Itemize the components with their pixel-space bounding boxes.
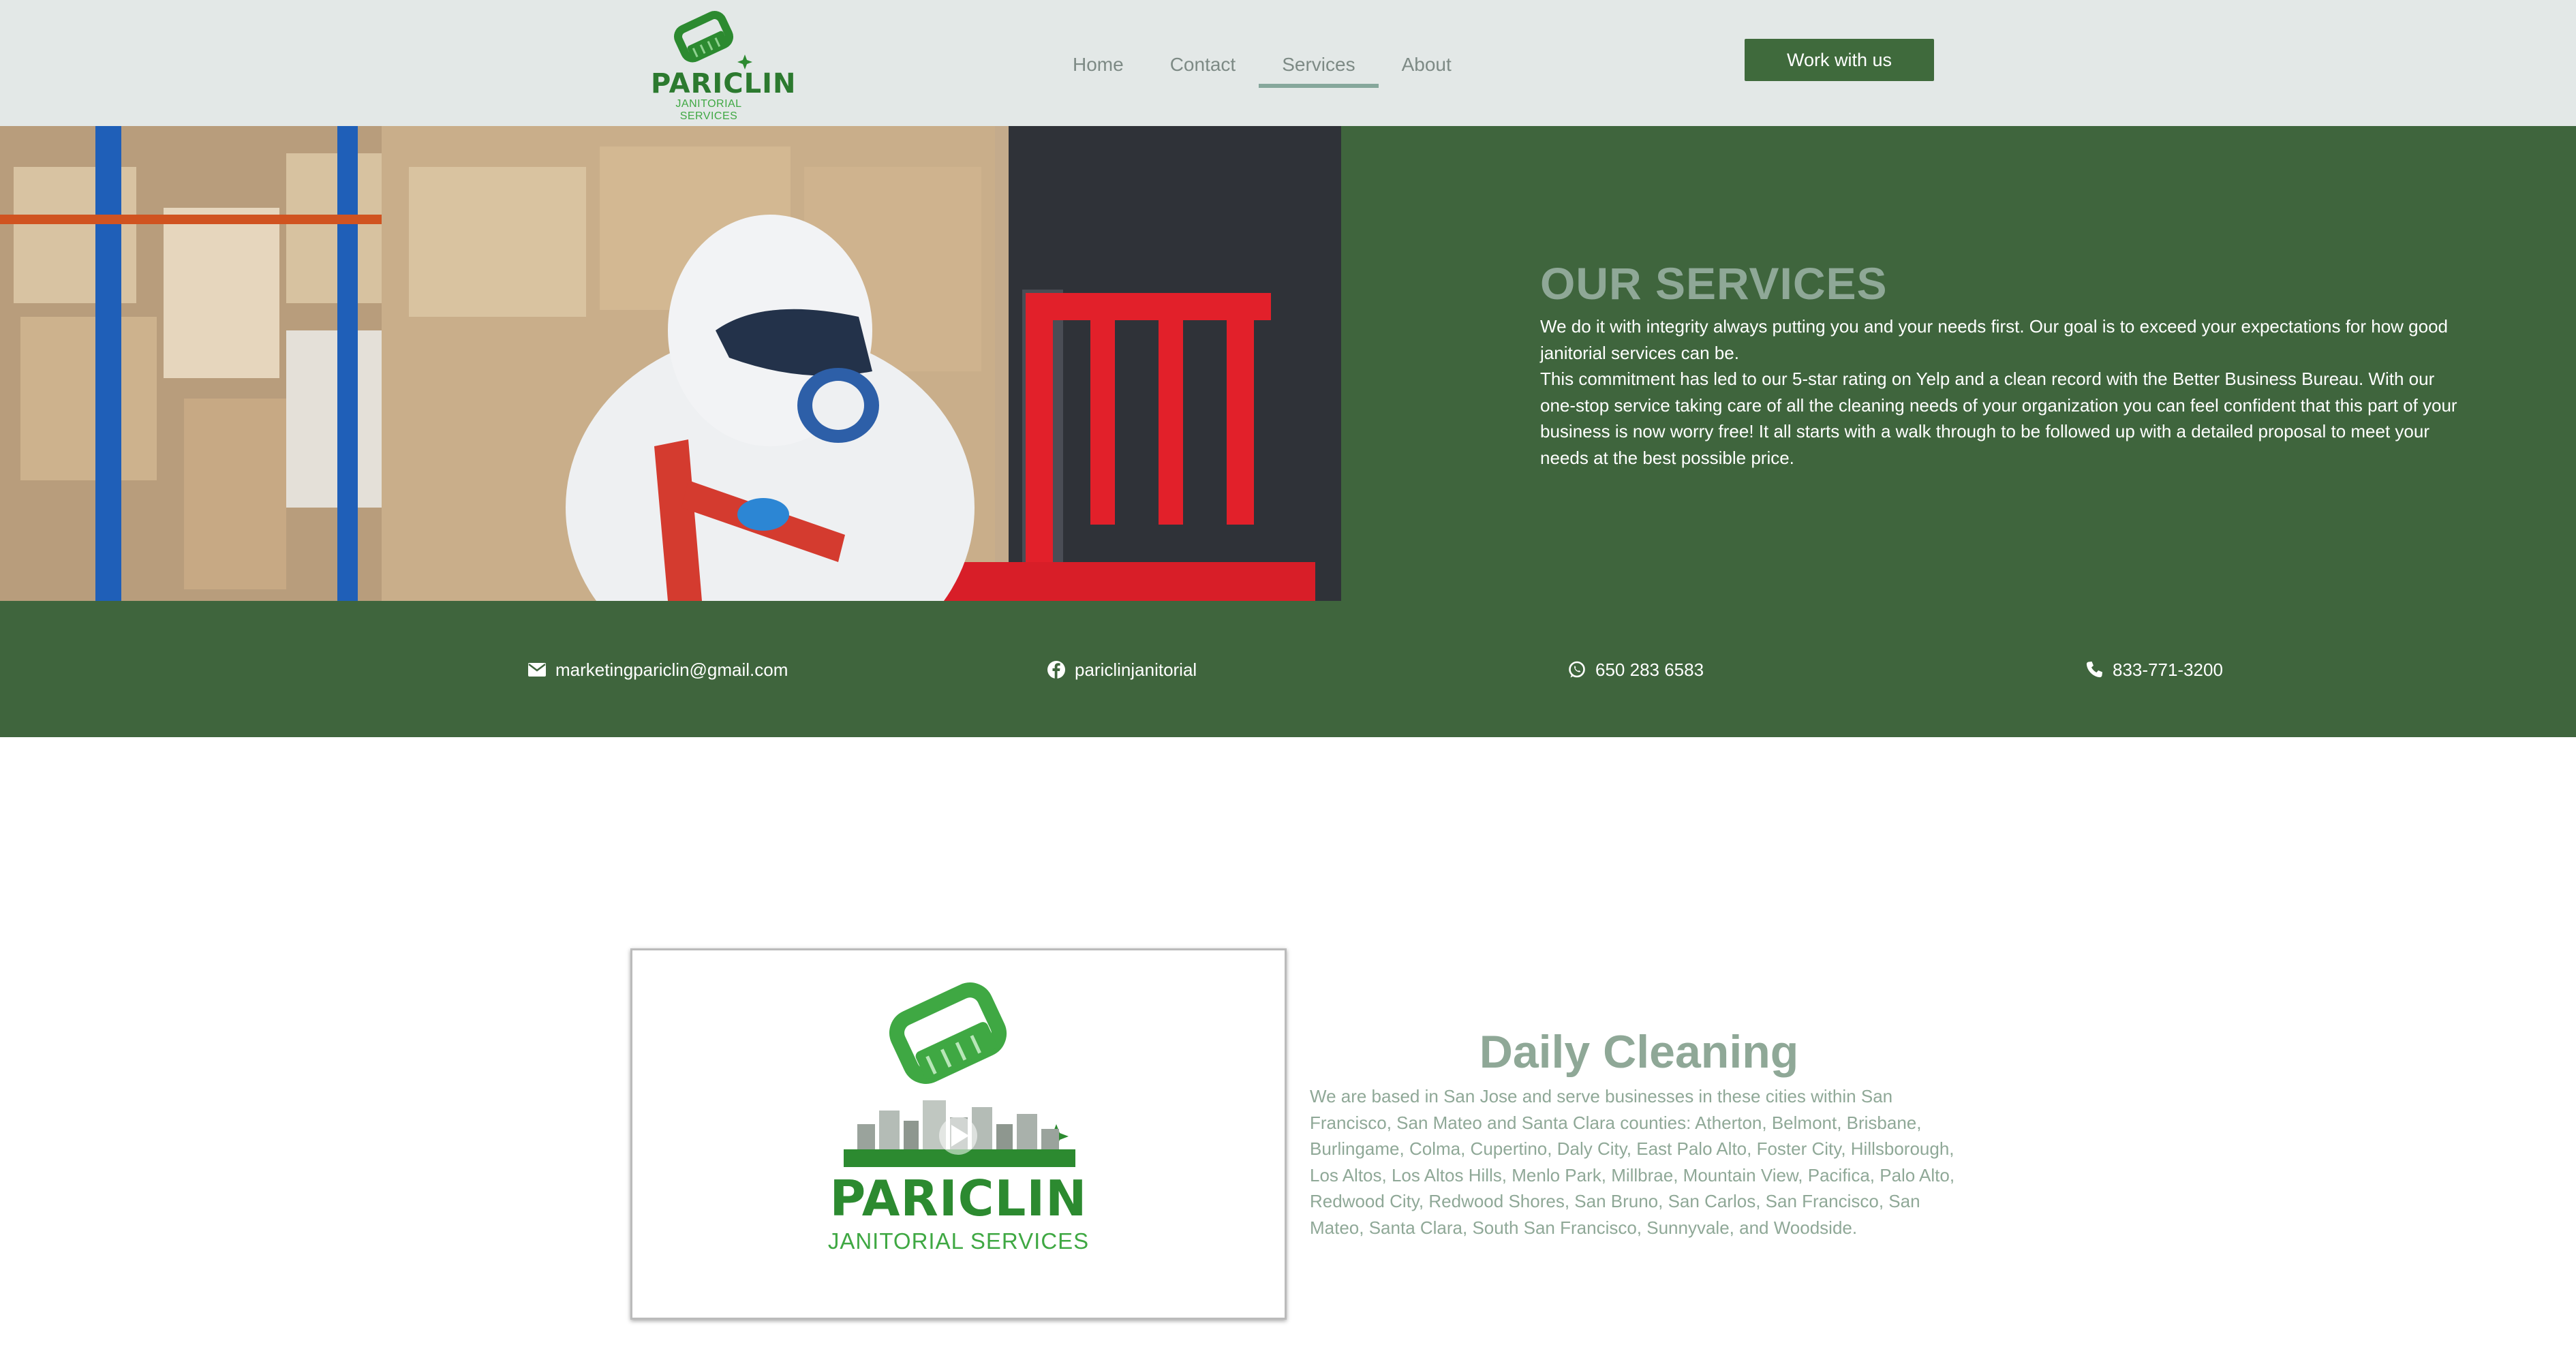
- phone-icon: [2086, 662, 2102, 678]
- video-logo-wordmark: PARICLIN: [829, 1170, 1088, 1227]
- services-paragraph-2: This commitment has led to our 5-star ra…: [1540, 369, 2457, 468]
- email-text: marketingpariclin@gmail.com: [555, 659, 788, 680]
- site-logo[interactable]: PARICLIN JANITORIAL SERVICES: [651, 7, 797, 122]
- phone-link[interactable]: 833-771-3200: [2085, 657, 2223, 682]
- facebook-text: pariclinjanitorial: [1075, 659, 1197, 680]
- hero-image: [0, 126, 1341, 601]
- video-player[interactable]: PARICLIN JANITORIAL SERVICES: [630, 948, 1287, 1320]
- nav-contact[interactable]: Contact: [1147, 44, 1259, 85]
- whatsapp-text: 650 283 6583: [1595, 659, 1704, 680]
- services-title: OUR SERVICES: [1540, 258, 1888, 309]
- work-with-us-button[interactable]: Work with us: [1745, 39, 1934, 81]
- facebook-icon: [1047, 661, 1065, 679]
- logo-wordmark: PARICLIN: [651, 68, 797, 99]
- video-logo-image: [844, 982, 1075, 1167]
- daily-cleaning-description: We are based in San Jose and serve busin…: [1310, 1086, 1955, 1238]
- video-logo-subtitle: JANITORIAL SERVICES: [827, 1228, 1090, 1254]
- brush-logo-icon: [674, 11, 752, 69]
- site-header: PARICLIN JANITORIAL SERVICES Home Contac…: [0, 0, 2576, 126]
- logo-subtitle: JANITORIAL SERVICES: [675, 98, 742, 122]
- play-icon: [939, 1117, 977, 1155]
- main-nav: Home Contact Services About: [1049, 44, 1475, 88]
- nav-home[interactable]: Home: [1049, 44, 1147, 85]
- whatsapp-link[interactable]: 650 283 6583: [1568, 657, 1704, 682]
- envelope-icon: [528, 663, 546, 677]
- nav-about[interactable]: About: [1379, 44, 1475, 85]
- email-link[interactable]: marketingpariclin@gmail.com: [528, 657, 788, 682]
- daily-cleaning-title: Daily Cleaning: [1479, 1026, 1799, 1078]
- facebook-link[interactable]: pariclinjanitorial: [1047, 657, 1197, 682]
- services-description: We do it with integrity always putting y…: [1540, 313, 2474, 471]
- whatsapp-icon: [1569, 661, 1585, 678]
- nav-services[interactable]: Services: [1259, 44, 1379, 88]
- services-paragraph-1: We do it with integrity always putting y…: [1540, 316, 2449, 363]
- phone-text: 833-771-3200: [2113, 659, 2223, 680]
